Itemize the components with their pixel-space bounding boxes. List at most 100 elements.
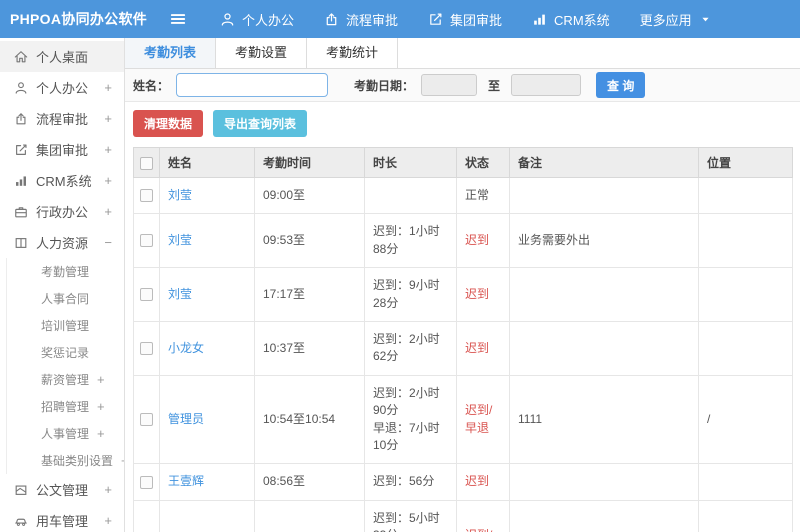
clear-data-button[interactable]: 清理数据 (133, 110, 204, 137)
sidebar-item-label: 培训管理 (41, 319, 90, 333)
duration-text: 迟到：2小时62分 (373, 331, 440, 364)
name-label: 姓名： (133, 78, 170, 93)
top-nav-item[interactable]: 更多应用 (625, 0, 726, 38)
sidebar-item[interactable]: 用车管理 + (0, 505, 124, 532)
employee-name-link[interactable]: 王壹辉 (168, 474, 204, 488)
tab[interactable]: 考勤设置 (216, 38, 308, 68)
employee-name-link[interactable]: 刘莹 (168, 287, 192, 301)
expand-toggle[interactable]: + (104, 142, 112, 157)
date-start-input[interactable] (421, 74, 478, 96)
table-row: 管理员 10:54至10:54 迟到：2小时90分 早退：7小时10分 迟到/早… (133, 374, 793, 465)
remark-text: 1111 (518, 411, 543, 426)
sidebar-item[interactable]: 人力资源 − (0, 227, 124, 258)
tab-label: 考勤列表 (144, 45, 197, 60)
status-badge: 迟到/早退 (465, 528, 492, 532)
name-input[interactable] (176, 73, 329, 97)
attendance-time: 08:56至 (263, 474, 306, 489)
row-checkbox[interactable] (140, 413, 153, 427)
table-row: 王壹辉 08:56至 迟到：56分 迟到 (133, 463, 793, 501)
sidebar-item-label: 人事合同 (41, 292, 90, 306)
expand-toggle[interactable]: + (104, 173, 112, 188)
car-icon (14, 514, 28, 528)
column-header-remark: 备注 (509, 147, 699, 178)
top-nav-item[interactable]: 集团审批 (413, 0, 517, 38)
row-checkbox[interactable] (140, 341, 153, 355)
duration-text: 迟到：9小时28分 (373, 278, 440, 310)
chart-icon (14, 174, 28, 188)
tab[interactable]: 考勤列表 (125, 38, 217, 68)
date-end-input[interactable] (511, 74, 582, 96)
expand-toggle[interactable]: + (104, 111, 112, 126)
table-header-row: 姓名 考勤时间 时长 状态 备注 位置 (133, 147, 793, 178)
status-badge: 迟到 (465, 286, 490, 301)
attendance-table-body: 刘莹 09:00至 正常 刘莹 09:53至 迟到：1小时88分 迟到 业务需要… (133, 176, 793, 532)
sidebar-item[interactable]: 人事管理 + (6, 420, 124, 447)
employee-name-link[interactable]: 小龙女 (168, 341, 204, 355)
sidebar-item[interactable]: 培训管理 (6, 312, 124, 339)
home-icon (14, 50, 28, 64)
expand-toggle[interactable]: + (97, 372, 105, 387)
row-checkbox[interactable] (140, 475, 153, 489)
expand-toggle[interactable]: − (104, 235, 112, 250)
sidebar-item[interactable]: 公文管理 + (0, 474, 124, 505)
tab[interactable]: 考勤统计 (307, 38, 399, 68)
location-text: / (707, 411, 711, 426)
row-checkbox[interactable] (140, 234, 153, 248)
export-list-button[interactable]: 导出查询列表 (213, 110, 308, 137)
row-checkbox[interactable] (140, 288, 153, 302)
sidebar-item[interactable]: 考勤管理 (6, 258, 124, 285)
column-header-location: 位置 (698, 147, 793, 178)
sidebar-item-label: 招聘管理 (41, 400, 90, 414)
sidebar-item[interactable]: 招聘管理 + (6, 393, 124, 420)
sidebar-item-label: 个人办公 (36, 81, 89, 96)
app-logo[interactable]: PHPOA协同办公软件 (0, 9, 147, 29)
sidebar-item-label: 人事管理 (41, 427, 90, 441)
hamburger-icon (169, 10, 187, 28)
select-all-checkbox[interactable] (140, 156, 153, 170)
attendance-time: 10:37至 (263, 340, 306, 355)
sidebar-item[interactable]: 行政办公 + (0, 196, 124, 227)
employee-name-link[interactable]: 刘莹 (168, 188, 192, 202)
row-checkbox[interactable] (140, 189, 153, 203)
search-button[interactable]: 查 询 (596, 72, 646, 98)
expand-toggle[interactable]: + (104, 80, 112, 95)
employee-name-link[interactable]: 刘莹 (168, 233, 192, 247)
tab-label: 考勤设置 (235, 45, 288, 60)
status-badge: 迟到 (465, 233, 490, 248)
status-badge: 迟到 (465, 474, 490, 489)
sidebar-item[interactable]: 薪资管理 + (6, 366, 124, 393)
expand-toggle[interactable]: + (104, 482, 112, 497)
sidebar-item[interactable]: 个人办公 + (0, 72, 124, 103)
duration-text: 迟到：2小时90分 早退：7小时10分 (373, 385, 440, 452)
top-nav: 个人办公 流程审批 集团审批 CRM系统 更多应用 (205, 0, 726, 38)
duration-text: 迟到：5小时33分 早退：4小时67分 (373, 510, 440, 532)
expand-toggle[interactable]: + (97, 399, 105, 414)
sidebar-item[interactable]: 奖惩记录 (6, 339, 124, 366)
sidebar-item[interactable]: 人事合同 (6, 285, 124, 312)
expand-toggle[interactable]: + (97, 426, 105, 441)
doc-icon (14, 483, 28, 497)
duration-text: 迟到：56分 (373, 474, 435, 489)
top-nav-item[interactable]: 流程审批 (309, 0, 413, 38)
sidebar-item[interactable]: 个人桌面 (0, 41, 124, 72)
date-label: 考勤日期： (354, 78, 415, 93)
employee-name-link[interactable]: 管理员 (168, 412, 204, 426)
expand-toggle[interactable]: + (104, 204, 112, 219)
table-row: 刘莹 09:53至 迟到：1小时88分 迟到 业务需要外出 (133, 213, 793, 269)
chart-icon (532, 12, 547, 27)
menu-toggle-button[interactable] (169, 10, 187, 28)
column-header-time: 考勤时间 (254, 147, 365, 178)
sidebar-item-label: 集团审批 (36, 143, 89, 158)
top-nav-item[interactable]: CRM系统 (517, 0, 625, 38)
top-nav-item[interactable]: 个人办公 (205, 0, 309, 38)
sidebar-item[interactable]: 基础类别设置 + (6, 447, 124, 474)
filter-bar: 姓名： 考勤日期： 至 查 询 (125, 69, 800, 102)
sidebar-item[interactable]: CRM系统 + (0, 165, 124, 196)
top-nav-label: 集团审批 (450, 12, 503, 28)
sidebar-item[interactable]: 流程审批 + (0, 103, 124, 134)
sidebar-item[interactable]: 集团审批 + (0, 134, 124, 165)
sidebar: 个人桌面 个人办公 + 流程审批 + 集团审批 + CRM系统 + 行政办公 +… (0, 38, 125, 532)
attendance-time: 17:17至 (263, 286, 306, 301)
expand-toggle[interactable]: + (104, 513, 112, 528)
sidebar-item-label: 奖惩记录 (41, 346, 90, 360)
